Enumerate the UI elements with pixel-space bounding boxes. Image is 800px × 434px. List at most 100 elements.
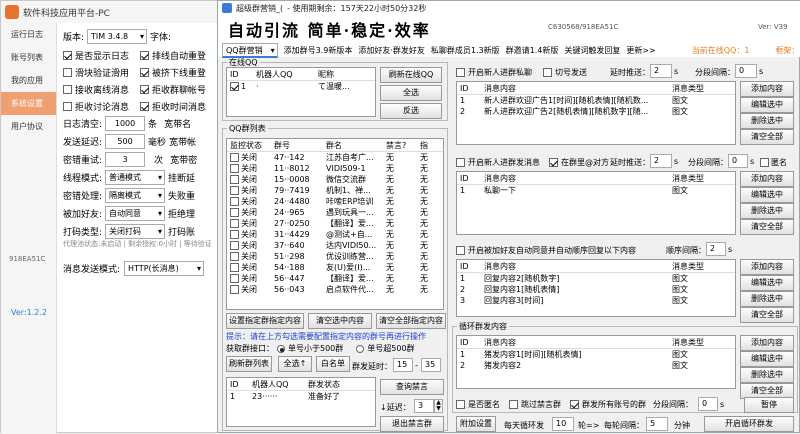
select-all-button[interactable]: 全选 [380,85,442,101]
row-checkbox[interactable] [230,82,239,91]
table-row[interactable]: 3 回复内容3[时间] 图文 [457,295,735,306]
radio-small[interactable] [277,344,285,353]
row-checkbox[interactable] [230,175,239,184]
sec3-order-input[interactable]: 2 [706,242,726,256]
row-checkbox[interactable] [230,285,239,294]
clear-all-assigned-button[interactable]: 清空全部指定内容 [376,313,446,329]
pause-button[interactable]: 暂停 [744,397,794,413]
all-accounts-checkbox[interactable] [570,400,579,409]
table-row[interactable]: 关闭 54··188 友(U)爱(I)... 无 无 [227,262,443,273]
table-row[interactable]: 2 猪发内容2 图文 [457,360,735,371]
table-row[interactable]: 关闭 56··447 【翻译】爱... 无 无 [227,273,443,284]
row-checkbox[interactable] [230,274,239,283]
checkbox[interactable] [63,85,72,94]
row-checkbox[interactable] [230,197,239,206]
retry-input[interactable]: 3 [105,152,146,167]
table-row[interactable]: 1 猪发内容1[时间][随机表情] 图文 [457,349,735,360]
sec2-anon-checkbox[interactable] [760,158,769,167]
loop-input[interactable]: 10 [552,417,574,431]
row-checkbox[interactable] [230,252,239,261]
row-checkbox[interactable] [230,241,239,250]
additional-settings-button[interactable]: 附加设置 [456,416,496,432]
sec3-enable-checkbox[interactable] [456,246,465,255]
delay2-input[interactable]: 3 [414,399,434,413]
table-row[interactable]: 2 新人进群欢迎广告2[随机表情][随机数字][随... 图文 [457,106,735,117]
log-clear-input[interactable]: 1000 [105,116,146,131]
tab-add-friend[interactable]: 添加好友·群发好友 [358,45,425,56]
table-row[interactable]: 关闭 79··7419 机制1、禅... 无 无 [227,185,443,196]
start-loop-button[interactable]: 开启循环群发 [704,416,794,432]
send-mode-select[interactable]: HTTP(长消息) [124,261,205,276]
table-row[interactable]: 关闭 27··0250 【翻译】爱... 无 无 [227,218,443,229]
row-checkbox[interactable] [230,164,239,173]
table-row[interactable]: 1 私聊一下 图文 [457,185,735,196]
sec1-cut-checkbox[interactable] [543,68,552,77]
sec1-clear-button[interactable]: 清空全部 [740,129,794,145]
table-row[interactable]: 1 回复内容2[随机数字] 图文 [457,273,735,284]
sec3-edit-button[interactable]: 编辑选中 [740,275,794,291]
sec1-delete-button[interactable]: 删除选中 [740,113,794,129]
sidebar-item-settings[interactable]: 系统设置 [1,92,56,115]
whitelist-button[interactable]: 白名单 [316,356,350,372]
row-checkbox[interactable] [230,208,239,217]
sec3-add-button[interactable]: 添加内容 [740,259,794,275]
exit-muted-button[interactable]: 退出禁言群 [380,416,444,432]
sec2-edit-button[interactable]: 编辑选中 [740,187,794,203]
table-row[interactable]: 关闭 24··965 遇到玩具一... 无 无 [227,207,443,218]
code-type-select[interactable]: 关闭打码 [105,224,166,239]
row-checkbox[interactable] [230,230,239,239]
sec1-add-button[interactable]: 添加内容 [740,81,794,97]
query-mute-button[interactable]: 查询禁言 [380,379,444,395]
sec1-edit-button[interactable]: 编辑选中 [740,97,794,113]
tab-group-invite[interactable]: 群邀请1.4新版 [506,45,559,56]
select-all-groups-button[interactable]: 全选↑ [278,356,312,372]
checkbox[interactable] [140,102,150,111]
anon-checkbox[interactable] [456,400,465,409]
sidebar-item-accounts[interactable]: 账号列表 [1,46,56,69]
checkbox[interactable] [140,85,150,94]
skip-muted-checkbox[interactable] [509,400,518,409]
table-row[interactable]: 关闭 37··640 达内VIDI50... 无 无 [227,240,443,251]
sidebar-item-agreement[interactable]: 用户协议 [1,115,56,138]
pwd-handle-select[interactable]: 隔离模式 [105,188,166,203]
tab-add-group[interactable]: 添加群号3.9新版本 [284,45,353,56]
checkbox[interactable] [63,51,72,60]
per-round-input[interactable]: 5 [646,417,668,431]
table-row[interactable]: 1 23······ 准备好了 [227,391,375,402]
invert-select-button[interactable]: 反选 [380,103,442,119]
version-select[interactable]: TIM 3.4.8 [87,29,148,44]
tab-private-chat[interactable]: 私聊群成员1.3新版 [431,45,500,56]
checkbox[interactable] [63,68,72,77]
table-row[interactable]: 关闭 56··043 启点软件代... 无 无 [227,284,443,295]
refresh-online-button[interactable]: 刷新在线QQ [380,67,442,83]
sidebar-item-log[interactable]: 运行日志 [1,23,56,46]
sec1-seg-input[interactable]: 0 [735,64,757,78]
table-row[interactable]: 2 回复内容1[随机表情] 图文 [457,284,735,295]
table-row[interactable]: 关闭 31··4429 @测试+自... 无 无 [227,229,443,240]
sec4-add-button[interactable]: 添加内容 [740,335,794,351]
send-delay-input[interactable]: 500 [105,134,146,149]
sec4-delete-button[interactable]: 删除选中 [740,367,794,383]
row-checkbox[interactable] [230,153,239,162]
thread-select[interactable]: 普通模式 [105,170,166,185]
checkbox[interactable] [63,102,72,111]
add-friend-select[interactable]: 自动同意 [105,206,166,221]
checkbox[interactable] [140,68,150,77]
radio-large[interactable] [356,344,365,353]
tab-update[interactable]: 更新>> [626,45,655,56]
sec2-delay-input[interactable]: 2 [650,154,672,168]
table-row[interactable]: 关闭 11··8012 VIDI509-1 无 无 [227,163,443,174]
checkbox[interactable] [140,51,150,60]
sec2-seg-input[interactable]: 0 [728,154,748,168]
sec2-enable-checkbox[interactable] [456,158,465,167]
table-row[interactable]: 关闭 51··298 优设训练营... 无 无 [227,251,443,262]
tab-keyword-reply[interactable]: 关键词触发回复 [564,45,620,56]
sec2-add-button[interactable]: 添加内容 [740,171,794,187]
row-checkbox[interactable] [230,263,239,272]
table-row[interactable]: 关闭 47··142 江苏自考广... 无 无 [227,152,443,163]
sec1-enable-checkbox[interactable] [456,68,465,77]
sec2-clear-button[interactable]: 清空全部 [740,219,794,235]
sec4-edit-button[interactable]: 编辑选中 [740,351,794,367]
delay2-spinner[interactable]: ▲ ▼ [434,399,443,413]
sidebar-item-apps[interactable]: 我的应用 [1,69,56,92]
